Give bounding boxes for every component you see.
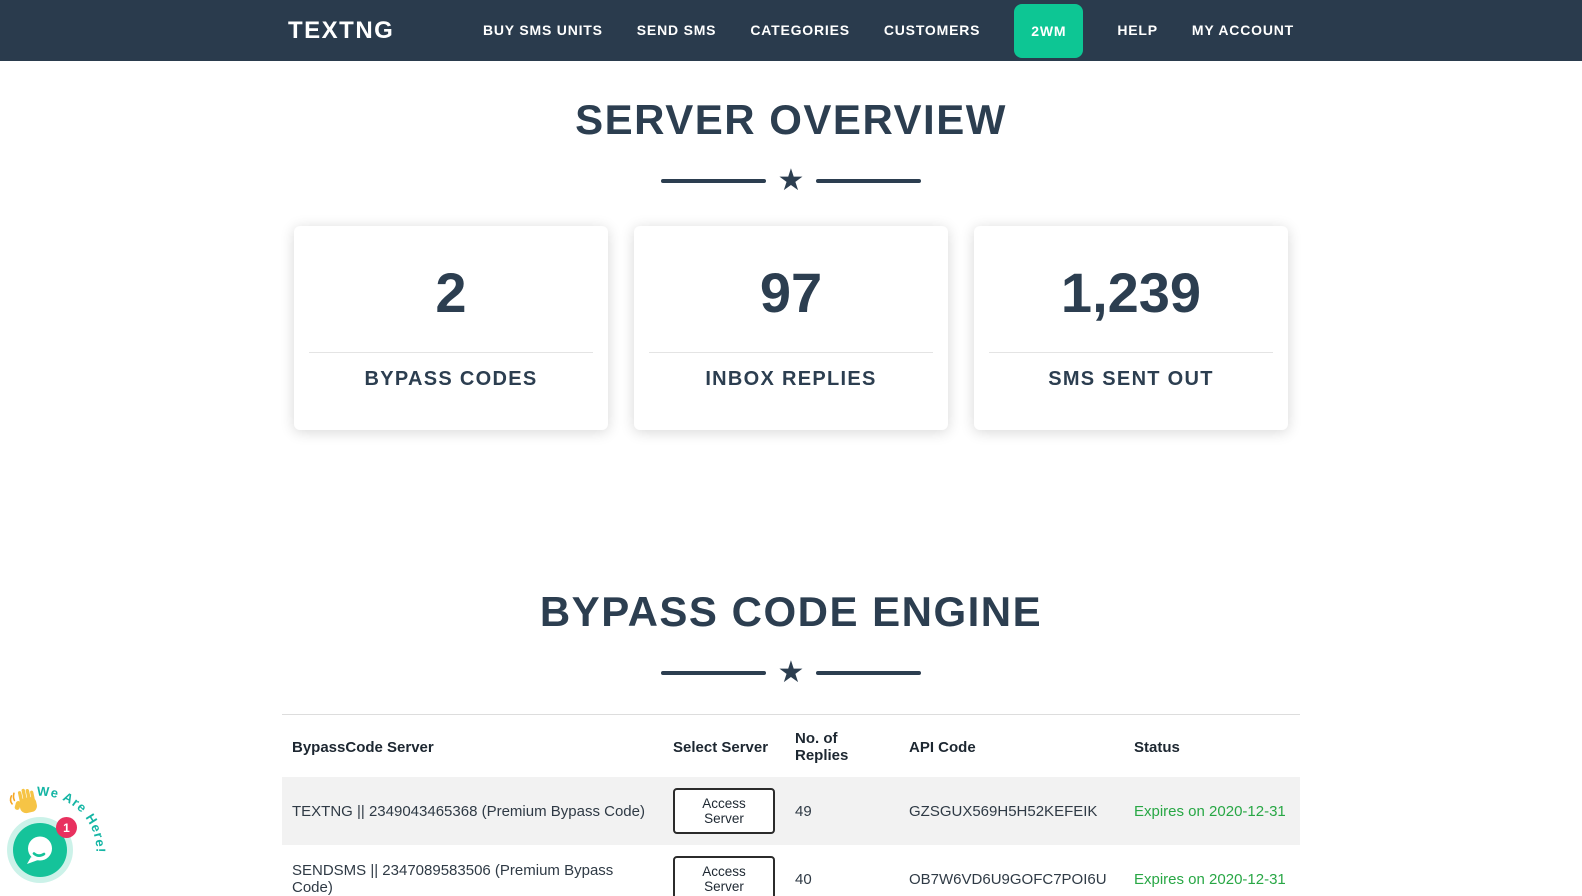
nav-item-buy-sms-units[interactable]: BUY SMS UNITS (483, 22, 603, 38)
divider-line (816, 671, 922, 675)
replies-count: 49 (795, 802, 812, 820)
stat-card-sms-sent-out: 1,239 SMS SENT OUT (974, 226, 1288, 430)
api-code: OB7W6VD6U9GOFC7POI6U (909, 870, 1107, 888)
table-row: TEXTNG || 2349043465368 (Premium Bypass … (282, 777, 1300, 845)
card-divider (649, 352, 933, 353)
stat-value: 97 (759, 261, 823, 324)
nav-item-categories[interactable]: CATEGORIES (750, 22, 850, 38)
main-content: SERVER OVERVIEW ★ 2 BYPASS CODES 97 INBO… (0, 96, 1582, 896)
waving-hand-icon (9, 788, 37, 814)
star-divider: ★ (0, 166, 1582, 196)
replies-count: 40 (795, 870, 812, 888)
divider-line (660, 179, 766, 183)
chat-bubble-icon (27, 836, 52, 864)
header-select-server: Select Server (663, 714, 785, 777)
status-text: Expires on 2020-12-31 (1134, 870, 1286, 888)
access-server-button[interactable]: Access Server (673, 788, 775, 834)
stat-label: SMS SENT OUT (1048, 368, 1214, 390)
card-divider (989, 352, 1273, 353)
server-overview-title: SERVER OVERVIEW (575, 96, 1007, 143)
nav-item-send-sms[interactable]: SEND SMS (637, 22, 717, 38)
nav-item-help[interactable]: HELP (1117, 22, 1158, 38)
stat-label: BYPASS CODES (364, 368, 538, 390)
nav-item-my-account[interactable]: MY ACCOUNT (1192, 22, 1294, 38)
star-divider: ★ (0, 658, 1582, 688)
api-code: GZSGUX569H5H52KEFEIK (909, 802, 1098, 820)
nav-item-2wm-active[interactable]: 2WM (1014, 3, 1084, 58)
nav-item-customers[interactable]: CUSTOMERS (884, 22, 980, 38)
header-no-of-replies: No. of Replies (785, 714, 899, 777)
brand-logo[interactable]: TEXTNG (288, 17, 394, 45)
stat-label: INBOX REPLIES (705, 368, 877, 390)
divider-line (660, 671, 766, 675)
divider-line (816, 179, 922, 183)
stat-card-inbox-replies: 97 INBOX REPLIES (634, 226, 948, 430)
status-text: Expires on 2020-12-31 (1134, 802, 1286, 820)
access-server-button[interactable]: Access Server (673, 856, 775, 896)
stat-value: 1,239 (1060, 261, 1202, 324)
card-divider (309, 352, 593, 353)
bypass-code-table: BypassCode Server Select Server No. of R… (282, 714, 1300, 896)
server-name: SENDSMS || 2347089583506 (Premium Bypass… (292, 862, 614, 896)
header-api-code: API Code (899, 714, 1124, 777)
table-row: SENDSMS || 2347089583506 (Premium Bypass… (282, 845, 1300, 896)
star-icon: ★ (777, 164, 805, 197)
star-icon: ★ (777, 656, 805, 689)
stat-card-bypass-codes: 2 BYPASS CODES (294, 226, 608, 430)
notification-badge: 1 (56, 817, 77, 838)
server-name: TEXTNG || 2349043465368 (Premium Bypass … (292, 802, 645, 820)
stat-cards: 2 BYPASS CODES 97 INBOX REPLIES 1,239 SM… (0, 226, 1582, 430)
bypass-code-table-wrap: BypassCode Server Select Server No. of R… (282, 714, 1300, 896)
table-header-row: BypassCode Server Select Server No. of R… (282, 714, 1300, 777)
header-status: Status (1124, 714, 1300, 777)
top-nav: TEXTNG BUY SMS UNITS SEND SMS CATEGORIES… (0, 0, 1582, 61)
stat-value: 2 (435, 261, 467, 324)
header-bypasscode-server: BypassCode Server (282, 714, 663, 777)
bypass-engine-title: BYPASS CODE ENGINE (539, 588, 1043, 635)
nav-menu: BUY SMS UNITS SEND SMS CATEGORIES CUSTOM… (483, 3, 1294, 58)
chat-widget: We Are Here! 1 (6, 768, 131, 890)
